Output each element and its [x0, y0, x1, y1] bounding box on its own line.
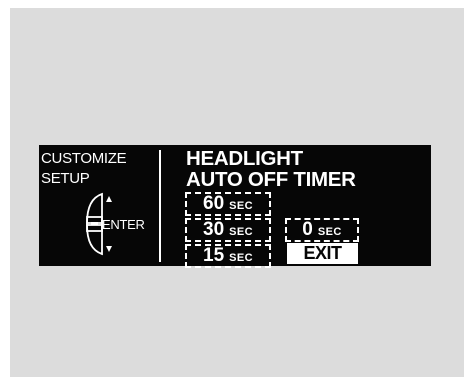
customize-setup-title: CUSTOMIZE SETUP	[41, 149, 127, 189]
option-unit: SEC	[229, 200, 253, 212]
enter-label: ENTER	[102, 217, 145, 232]
down-arrow-icon	[106, 246, 112, 252]
option-unit: SEC	[229, 252, 253, 264]
menu-heading: HEADLIGHT AUTO OFF TIMER	[186, 148, 356, 190]
option-unit: SEC	[317, 226, 342, 238]
option-30-sec[interactable]: 30 SEC	[185, 218, 271, 242]
option-15-sec[interactable]: 15 SEC	[185, 244, 271, 268]
heading-line-1: HEADLIGHT	[186, 147, 303, 170]
option-value: 15	[203, 245, 225, 266]
option-60-sec[interactable]: 60 SEC	[185, 192, 271, 216]
up-arrow-icon	[106, 196, 112, 202]
option-0-sec[interactable]: 0 SEC	[285, 218, 359, 242]
option-value: 30	[203, 219, 225, 240]
info-display: CUSTOMIZE SETUP ENTER HEADLIGHT AUTO OFF…	[39, 145, 431, 268]
title-line-1: CUSTOMIZE	[41, 150, 127, 167]
option-unit: SEC	[229, 226, 253, 238]
exit-button[interactable]: EXIT	[287, 243, 358, 264]
vertical-divider	[159, 150, 161, 262]
option-value: 60	[203, 193, 225, 214]
heading-line-2: AUTO OFF TIMER	[186, 168, 356, 191]
option-value: 0	[302, 219, 313, 240]
title-line-2: SETUP	[41, 170, 90, 187]
